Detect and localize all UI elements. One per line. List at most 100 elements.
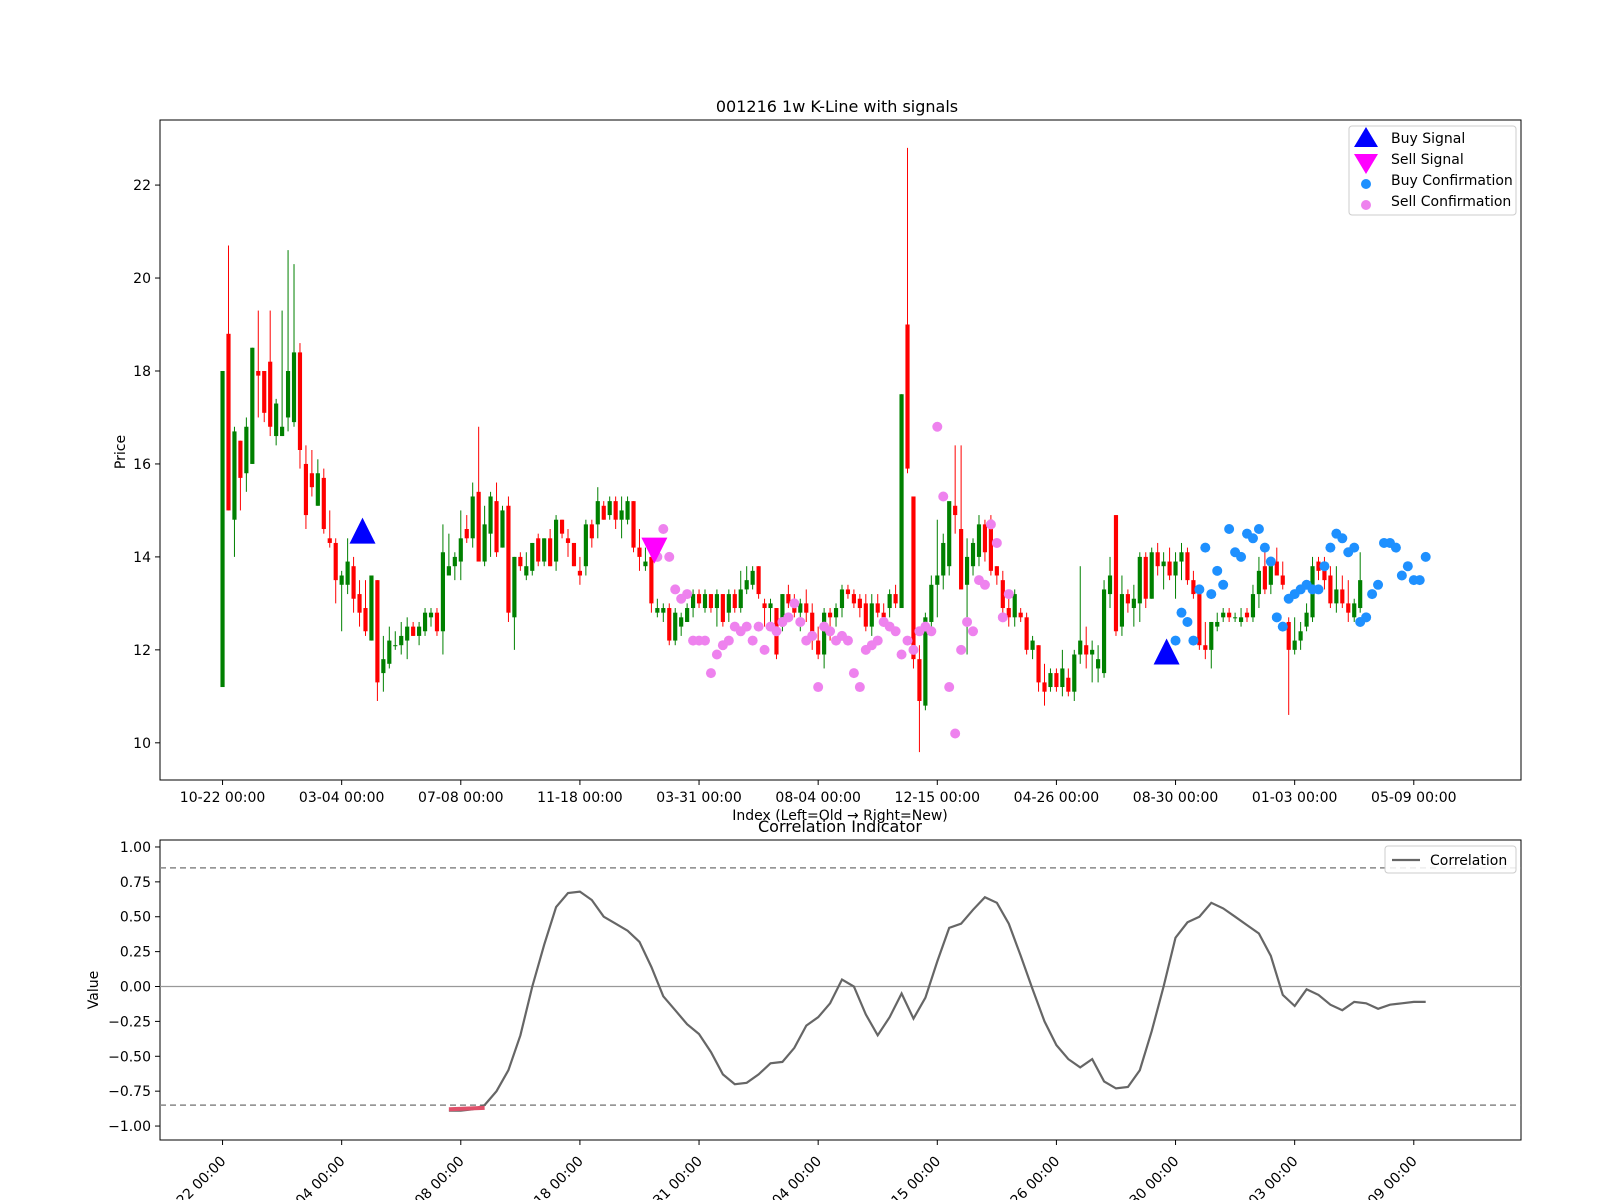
- candle-body: [351, 566, 356, 599]
- candle-body: [768, 603, 773, 609]
- y-tick-label: 12: [133, 643, 151, 659]
- candle-body: [1215, 621, 1220, 627]
- candle-body: [262, 370, 267, 413]
- candle-body: [1054, 673, 1059, 688]
- candle-body: [875, 603, 880, 613]
- candle-body: [524, 566, 529, 576]
- y-tick-label: 20: [133, 271, 151, 287]
- candle-body: [238, 440, 243, 478]
- candle-body: [268, 361, 273, 427]
- candle-body: [881, 612, 886, 618]
- sell-confirmation-point: [926, 626, 937, 637]
- candle-body: [893, 594, 898, 604]
- candle-body: [851, 594, 856, 604]
- sell-confirmation-point: [932, 421, 943, 432]
- sell-confirmation-point: [807, 630, 818, 641]
- candle-body: [744, 580, 749, 590]
- x-tick-label: 04-26 00:00: [991, 1154, 1063, 1200]
- buy-confirmation-point: [1200, 542, 1211, 553]
- candle-body: [411, 626, 416, 636]
- candle-body: [827, 612, 833, 618]
- candle-body: [964, 556, 970, 585]
- candle-body: [905, 324, 910, 469]
- x-tick-label: 12-15 00:00: [895, 790, 980, 806]
- candle-body: [321, 477, 326, 530]
- candle-body: [381, 659, 386, 674]
- candle-body: [476, 491, 481, 562]
- candle-body: [1018, 612, 1023, 618]
- candle-body: [673, 612, 678, 641]
- candle-body: [750, 570, 755, 585]
- candle-body: [530, 542, 535, 571]
- candle-body: [738, 589, 743, 609]
- candle-body: [708, 594, 714, 609]
- sell-confirmation-point: [825, 626, 836, 637]
- candle-body: [1191, 580, 1196, 595]
- candle-body: [1244, 612, 1250, 618]
- candle-body: [589, 524, 594, 539]
- candle-body: [619, 510, 624, 520]
- candle-body: [488, 496, 493, 534]
- candle-body: [1209, 621, 1214, 650]
- candle-body: [1322, 570, 1327, 581]
- candle-body: [1072, 654, 1077, 692]
- candle-body: [440, 552, 446, 632]
- buy-confirmation-point: [1271, 612, 1282, 623]
- sell-confirmation-point: [950, 728, 961, 739]
- buy-confirmation-point: [1402, 561, 1413, 572]
- candle-body: [935, 575, 940, 585]
- candle-body: [1119, 594, 1125, 627]
- sell-confirmation-point: [938, 491, 949, 502]
- sell-confirmation-point: [979, 579, 990, 590]
- candle-body: [845, 589, 851, 595]
- candle-body: [482, 524, 487, 562]
- x-tick-label: 08-04 00:00: [753, 1154, 825, 1200]
- y-tick-label: 16: [133, 457, 151, 473]
- candle-body: [637, 547, 642, 557]
- sell-confirmation-point: [956, 644, 967, 655]
- buy-confirmation-point: [1176, 607, 1187, 618]
- x-tick-label: 01-03 00:00: [1230, 1154, 1302, 1200]
- sell-confirmation-point: [741, 621, 752, 632]
- x-tick-label: 10-22 00:00: [158, 1154, 230, 1200]
- sell-confirmation-point: [890, 626, 901, 637]
- candle-body: [542, 538, 547, 562]
- y-tick-label: −0.50: [108, 1049, 151, 1065]
- candle-body: [869, 603, 874, 627]
- candle-body: [661, 608, 666, 613]
- sell-confirmation-point: [872, 635, 883, 646]
- candle-body: [250, 347, 255, 464]
- candle-body: [309, 473, 314, 488]
- buy-confirmation-point: [1361, 612, 1372, 623]
- legend-label: Sell Signal: [1391, 152, 1464, 168]
- sell-confirmation-point: [753, 621, 764, 632]
- x-tick-label: 03-31 00:00: [634, 1154, 706, 1200]
- y-tick-label: 22: [133, 178, 151, 194]
- candle-body: [1227, 612, 1232, 618]
- candle-body: [220, 370, 225, 688]
- candle-body: [1250, 594, 1256, 618]
- sell-confirmation-point: [944, 682, 955, 693]
- candle-body: [1078, 640, 1083, 655]
- candle-body: [387, 640, 392, 664]
- buy-confirmation-point: [1182, 616, 1193, 627]
- candle-body: [399, 635, 404, 646]
- buy-confirmation-point: [1188, 635, 1199, 646]
- candle-body: [1090, 649, 1095, 655]
- chart-title: Correlation Indicator: [758, 817, 922, 836]
- sell-confirmation-point: [968, 626, 979, 637]
- candle-body: [565, 538, 571, 543]
- candle-body: [500, 510, 505, 548]
- candle-body: [274, 403, 279, 437]
- candle-body: [887, 594, 892, 609]
- candle-body: [1304, 612, 1309, 627]
- x-tick-label: 08-30 00:00: [1133, 790, 1218, 806]
- sell-confirmation-point: [747, 635, 758, 646]
- sell-confirmation-point: [962, 616, 973, 627]
- sell-confirmation-point: [854, 682, 865, 693]
- candle-body: [446, 566, 451, 576]
- candle-body: [941, 542, 946, 576]
- candle-body: [1233, 617, 1238, 619]
- candle-body: [1024, 617, 1029, 650]
- candle-body: [536, 538, 541, 562]
